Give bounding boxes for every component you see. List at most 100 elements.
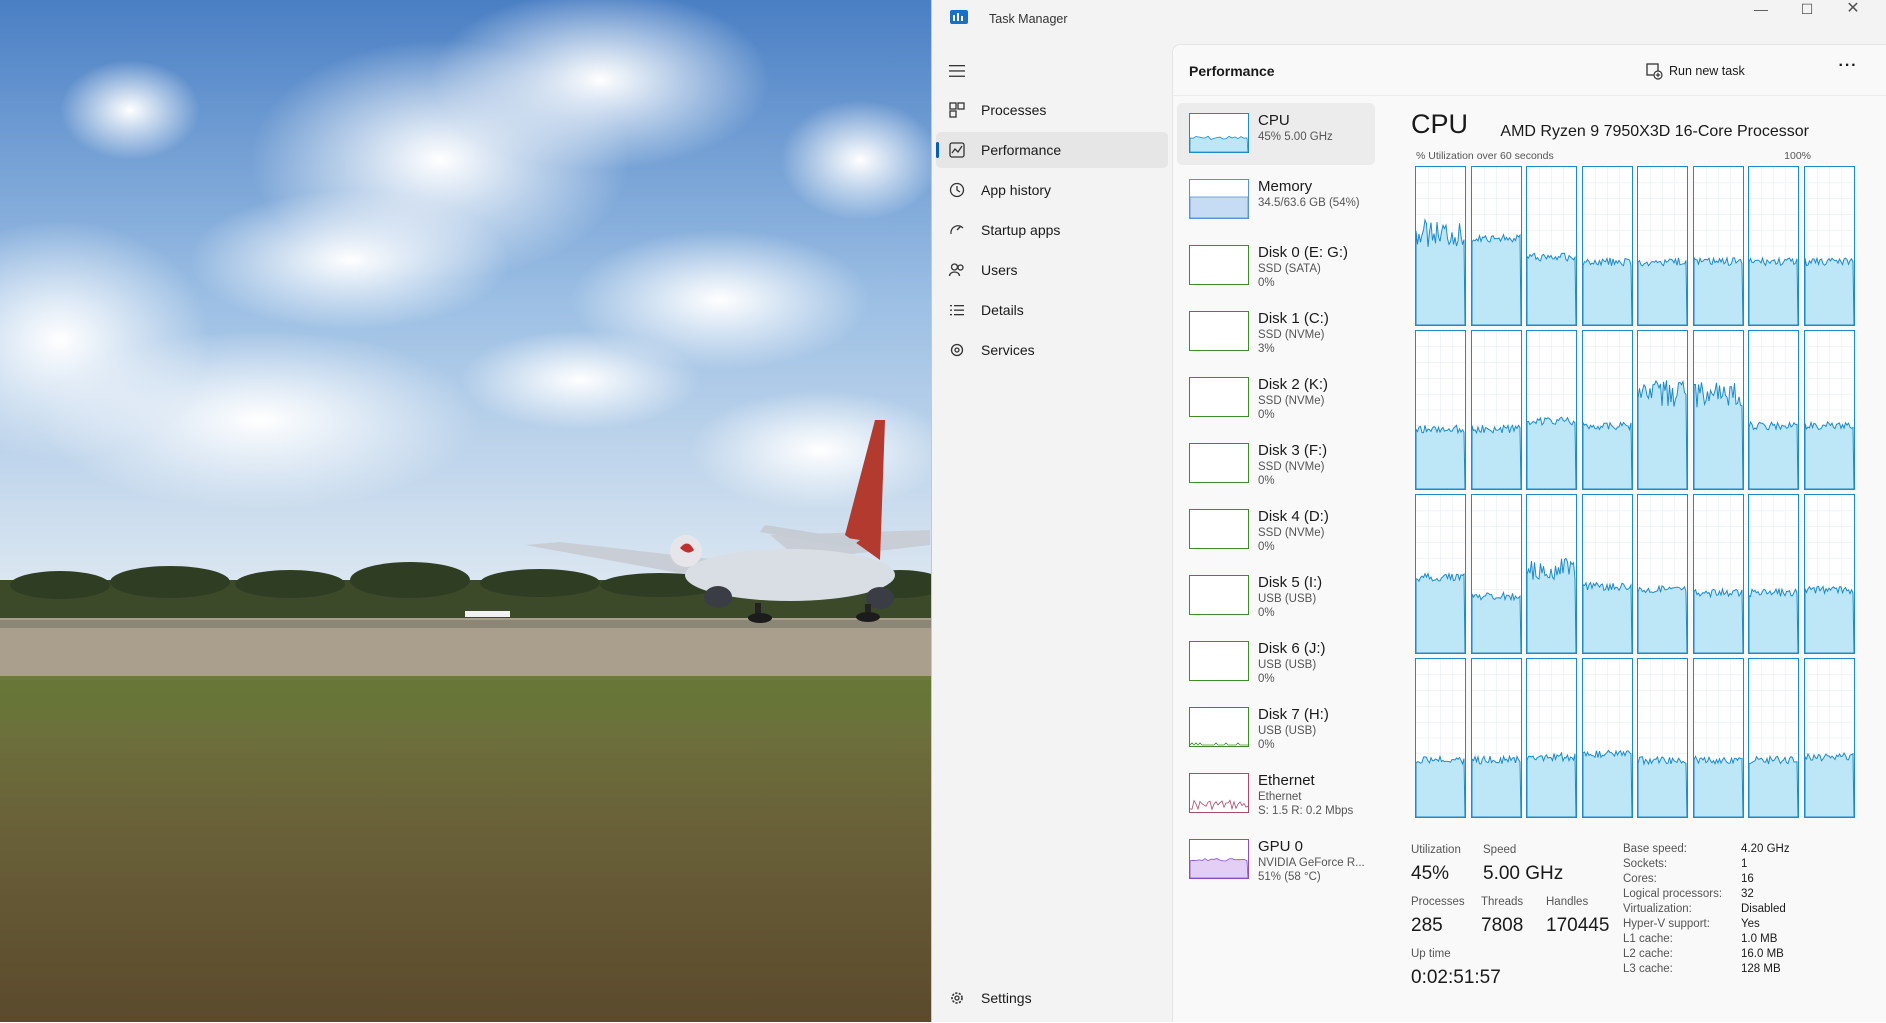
core-utilization-grid bbox=[1415, 166, 1855, 821]
core-graph-plot bbox=[1582, 495, 1632, 653]
core-graph-plot bbox=[1804, 495, 1854, 653]
device-detail: 45% 5.00 GHz bbox=[1258, 131, 1333, 143]
device-disk-0-e-g[interactable]: Disk 0 (E: G:) SSD (SATA) 0% bbox=[1177, 235, 1375, 297]
device-disk-7-h[interactable]: Disk 7 (H:) USB (USB) 0% bbox=[1177, 697, 1375, 759]
maximize-button[interactable]: ☐ bbox=[1784, 2, 1830, 20]
device-detail: Ethernet bbox=[1258, 791, 1302, 803]
device-disk-5-i[interactable]: Disk 5 (I:) USB (USB) 0% bbox=[1177, 565, 1375, 627]
performance-icon bbox=[949, 142, 965, 158]
device-graph bbox=[1190, 246, 1248, 284]
utilization-graph-label: % Utilization over 60 seconds bbox=[1416, 150, 1554, 162]
device-graph-thumbnail bbox=[1189, 377, 1249, 417]
device-detail: USB (USB) bbox=[1258, 725, 1317, 737]
threads-label: Threads bbox=[1481, 896, 1524, 908]
close-button[interactable]: ✕ bbox=[1830, 1, 1876, 20]
flight-sim-screenshot bbox=[0, 0, 931, 1022]
device-disk-1-c[interactable]: Disk 1 (C:) SSD (NVMe) 3% bbox=[1177, 301, 1375, 363]
core-graph bbox=[1581, 166, 1633, 326]
core-graph bbox=[1803, 166, 1855, 326]
utilization-value: 45% bbox=[1411, 863, 1450, 884]
device-graph-thumbnail bbox=[1189, 113, 1249, 153]
core-graph bbox=[1748, 658, 1799, 818]
device-disk-3-f[interactable]: Disk 3 (F:) SSD (NVMe) 0% bbox=[1177, 433, 1375, 495]
device-graph-thumbnail bbox=[1189, 245, 1249, 285]
device-name: Disk 4 (D:) bbox=[1258, 508, 1329, 525]
device-detail: 51% (58 °C) bbox=[1258, 871, 1321, 883]
core-graph-plot bbox=[1749, 167, 1798, 325]
device-name: Disk 0 (E: G:) bbox=[1258, 244, 1349, 261]
device-graph-thumbnail bbox=[1189, 575, 1249, 615]
nav-item-details[interactable]: Details bbox=[936, 292, 1168, 328]
core-graph bbox=[1748, 166, 1799, 326]
uptime-value: 0:02:51:57 bbox=[1411, 967, 1501, 988]
device-disk-6-j[interactable]: Disk 6 (J:) USB (USB) 0% bbox=[1177, 631, 1375, 693]
startup-apps-icon bbox=[950, 225, 964, 235]
nav-item-processes[interactable]: Processes bbox=[936, 92, 1168, 128]
nav-label-users: Users bbox=[981, 262, 1018, 278]
users-icon bbox=[948, 263, 964, 277]
device-graph-thumbnail bbox=[1189, 707, 1249, 747]
device-graph-thumbnail bbox=[1189, 773, 1249, 813]
device-name: Memory bbox=[1258, 178, 1313, 195]
utilization-label: Utilization bbox=[1411, 844, 1461, 856]
device-cpu[interactable]: CPU 45% 5.00 GHz bbox=[1177, 103, 1375, 165]
processes-label: Processes bbox=[1411, 896, 1465, 908]
services-icon bbox=[950, 343, 964, 357]
core-graph-plot bbox=[1804, 331, 1854, 489]
core-graph-plot bbox=[1582, 167, 1632, 325]
device-graph bbox=[1190, 858, 1248, 878]
processes-icon bbox=[949, 102, 965, 118]
core-graph bbox=[1803, 494, 1855, 654]
device-gpu-0[interactable]: GPU 0 NVIDIA GeForce R... 51% (58 °C) bbox=[1177, 829, 1375, 891]
threads-value: 7808 bbox=[1481, 915, 1524, 936]
core-graph bbox=[1581, 494, 1633, 654]
core-graph bbox=[1470, 330, 1522, 490]
device-detail: S: 1.5 R: 0.2 Mbps bbox=[1258, 805, 1354, 817]
nav-item-settings[interactable]: Settings bbox=[936, 980, 1168, 1016]
nav-item-users[interactable]: Users bbox=[936, 252, 1168, 288]
spec-value: Yes bbox=[1741, 918, 1760, 930]
page-title: Performance bbox=[1189, 63, 1275, 79]
device-detail: 0% bbox=[1258, 541, 1275, 553]
core-graph-plot bbox=[1416, 331, 1465, 489]
window-title: Task Manager bbox=[989, 12, 1068, 26]
core-graph bbox=[1581, 658, 1633, 818]
nav-item-services[interactable]: Services bbox=[936, 332, 1168, 368]
task-manager-app-icon bbox=[950, 10, 968, 24]
minimize-button[interactable]: — bbox=[1738, 2, 1784, 20]
device-graph bbox=[1190, 576, 1248, 614]
nav-label-performance: Performance bbox=[981, 142, 1062, 158]
device-disk-4-d[interactable]: Disk 4 (D:) SSD (NVMe) 0% bbox=[1177, 499, 1375, 561]
device-detail: 0% bbox=[1258, 607, 1275, 619]
nav-item-app-history[interactable]: App history bbox=[936, 172, 1168, 208]
more-options-button[interactable]: ··· bbox=[1835, 57, 1861, 81]
hamburger-menu-icon[interactable] bbox=[948, 64, 966, 78]
core-graph-plot bbox=[1749, 659, 1798, 817]
device-name: Disk 2 (K:) bbox=[1258, 376, 1329, 393]
run-task-icon bbox=[1646, 63, 1663, 80]
device-detail: SSD (NVMe) bbox=[1258, 395, 1325, 407]
nav-item-performance[interactable]: Performance bbox=[936, 132, 1168, 168]
device-memory[interactable]: Memory 34.5/63.6 GB (54%) bbox=[1177, 169, 1375, 231]
core-graph bbox=[1692, 494, 1744, 654]
core-graph-plot bbox=[1804, 659, 1854, 817]
device-disk-2-k[interactable]: Disk 2 (K:) SSD (NVMe) 0% bbox=[1177, 367, 1375, 429]
core-graph bbox=[1470, 658, 1522, 818]
core-graph bbox=[1748, 494, 1799, 654]
device-name: CPU bbox=[1258, 112, 1290, 129]
core-graph-plot bbox=[1471, 659, 1521, 817]
device-ethernet[interactable]: Ethernet Ethernet S: 1.5 R: 0.2 Mbps bbox=[1177, 763, 1375, 825]
handles-label: Handles bbox=[1546, 896, 1589, 908]
device-detail: 3% bbox=[1258, 343, 1275, 355]
airport-runway-scene bbox=[0, 0, 931, 1022]
nav-item-startup-apps[interactable]: Startup apps bbox=[936, 212, 1168, 248]
core-graph-plot bbox=[1804, 167, 1854, 325]
core-graph-plot bbox=[1638, 331, 1687, 489]
handles-value: 170445 bbox=[1546, 915, 1610, 936]
device-detail: SSD (NVMe) bbox=[1258, 329, 1325, 341]
core-graph bbox=[1803, 658, 1855, 818]
title-bar: Task Manager — ☐ ✕ bbox=[932, 0, 1886, 42]
device-detail: 0% bbox=[1258, 409, 1275, 421]
device-graph bbox=[1190, 378, 1248, 416]
nav-label-services: Services bbox=[981, 342, 1035, 358]
